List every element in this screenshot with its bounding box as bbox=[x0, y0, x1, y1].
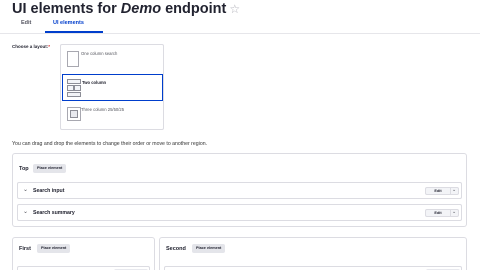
layout-option-label: Two column bbox=[82, 80, 107, 85]
edit-label[interactable]: Edit bbox=[426, 210, 450, 216]
region-top: Top Place element ⌄ Search input Edit ⌄ … bbox=[12, 153, 467, 227]
layout-field-label: Choose a layout:* bbox=[12, 44, 50, 49]
two-column-layout-icon bbox=[67, 79, 81, 97]
block-placeholder bbox=[164, 266, 462, 270]
block-label: Search input bbox=[33, 188, 65, 194]
tab-edit[interactable]: Edit bbox=[21, 20, 31, 26]
star-icon[interactable]: ☆ bbox=[229, 2, 240, 16]
layout-option-label: One column search bbox=[81, 51, 118, 56]
block-label: Search summary bbox=[33, 210, 75, 216]
layout-options: One column search Two column Three colum… bbox=[60, 44, 164, 130]
region-first: First Place element bbox=[12, 237, 155, 270]
region-title: Second bbox=[166, 246, 186, 252]
one-column-layout-icon bbox=[67, 51, 79, 67]
layout-option-label: Three column 25/50/25 bbox=[81, 107, 125, 112]
tabs-divider bbox=[0, 33, 480, 34]
region-title: Top bbox=[19, 166, 29, 172]
layout-option-one-column-search[interactable]: One column search bbox=[62, 46, 163, 73]
block-placeholder bbox=[17, 266, 150, 270]
page-title: UI elements for Demo endpoint ☆ bbox=[12, 1, 240, 17]
three-column-layout-icon bbox=[67, 107, 81, 121]
place-element-button[interactable]: Place element bbox=[37, 244, 71, 253]
page-title-emphasis: Demo bbox=[120, 1, 162, 17]
region-second: Second Place element bbox=[159, 237, 467, 270]
tab-ui-elements[interactable]: UI elements bbox=[53, 20, 84, 26]
chevron-down-icon[interactable]: ⌄ bbox=[23, 186, 28, 193]
place-element-button[interactable]: Place element bbox=[33, 164, 67, 173]
page-title-prefix: UI elements for bbox=[12, 1, 121, 17]
edit-dropdown[interactable]: Edit ⌄ bbox=[425, 187, 459, 195]
layout-option-three-column[interactable]: Three column 25/50/25 bbox=[62, 102, 163, 129]
required-marker: * bbox=[48, 44, 51, 49]
layout-option-two-column[interactable]: Two column bbox=[62, 74, 163, 101]
page-title-suffix: endpoint bbox=[161, 1, 227, 17]
edit-dropdown[interactable]: Edit ⌄ bbox=[425, 209, 459, 217]
place-element-button[interactable]: Place element bbox=[192, 244, 226, 253]
caret-down-icon[interactable]: ⌄ bbox=[452, 209, 456, 215]
chevron-down-icon[interactable]: ⌄ bbox=[23, 208, 28, 215]
edit-label[interactable]: Edit bbox=[426, 188, 450, 194]
block-search-summary[interactable]: ⌄ Search summary Edit ⌄ bbox=[17, 204, 462, 221]
region-title: First bbox=[19, 246, 31, 252]
block-search-input[interactable]: ⌄ Search input Edit ⌄ bbox=[17, 182, 462, 199]
help-text: You can drag and drop the elements to ch… bbox=[12, 141, 208, 147]
tabs: Edit UI elements bbox=[0, 17, 480, 33]
layout-label-text: Choose a layout: bbox=[12, 44, 49, 49]
caret-down-icon[interactable]: ⌄ bbox=[452, 187, 456, 193]
